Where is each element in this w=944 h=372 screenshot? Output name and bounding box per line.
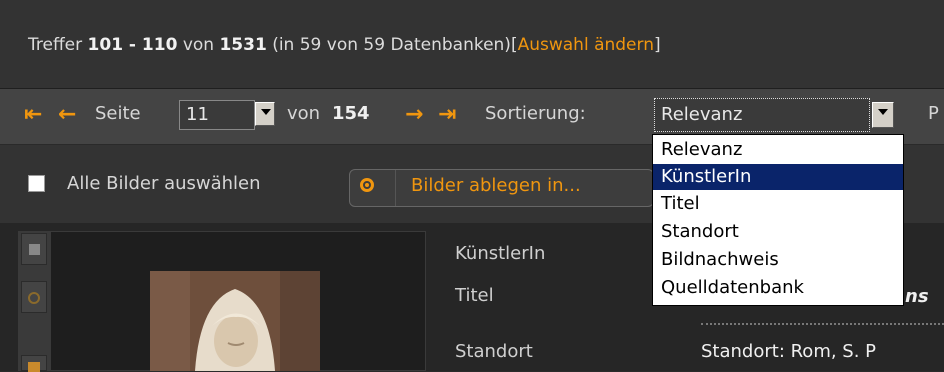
sort-label: Sortierung: [485,103,586,124]
results-summary: Treffer 101 - 110 von 1531 (in 59 von 59… [28,35,661,55]
select-all-checkbox[interactable] [28,175,45,192]
page-dropdown-arrow-icon[interactable] [255,102,275,126]
select-all-label: Alle Bilder auswählen [67,173,261,194]
bracket-open: [ [510,35,518,55]
store-circle-icon [360,178,374,192]
field-value-location: Standort: Rom, S. P [701,341,877,362]
last-page-icon[interactable]: ⇥ [438,101,456,129]
of-label: von [287,103,321,124]
sort-option-titel[interactable]: Titel [653,191,903,217]
prev-page-icon[interactable]: ← [58,101,76,129]
artwork-image [150,271,320,371]
sort-options-list: Relevanz KünstlerIn Titel Standort Bildn… [652,134,904,306]
field-separator [701,323,944,325]
total-pages: 154 [332,103,370,124]
store-images-label: Bilder ablegen in... [411,175,581,196]
page-label: Seite [95,103,141,124]
first-page-icon[interactable]: ⇤ [24,101,42,129]
artwork-thumbnail[interactable] [150,271,320,371]
field-label-title: Titel [455,285,494,306]
sort-option-quelldatenbank[interactable]: Quelldatenbank [653,275,903,301]
field-label-artist: KünstlerIn [455,243,546,264]
hits-total: 1531 [219,35,267,55]
field-label-location: Standort [455,341,533,362]
next-page-icon[interactable]: → [405,101,423,129]
hits-of: von [182,35,215,55]
sort-dropdown-arrow-icon[interactable] [872,102,894,128]
sort-option-kuenstlerin[interactable]: KünstlerIn [653,164,903,190]
hits-prefix: Treffer [28,35,83,55]
sort-option-bildnachweis[interactable]: Bildnachweis [653,247,903,273]
bracket-close: ] [653,35,661,55]
hits-range: 101 - 110 [87,35,178,55]
db-info: (in 59 von 59 Datenbanken) [272,35,511,55]
sort-option-standort[interactable]: Standort [653,219,903,245]
store-item-icon[interactable] [21,281,47,313]
sort-select[interactable]: Relevanz [654,98,870,132]
grid-icon[interactable] [21,355,47,372]
truncated-label: P [928,103,939,124]
select-square-icon[interactable] [21,233,47,265]
page-number-select[interactable]: 11 [179,100,255,130]
change-selection-link[interactable]: Auswahl ändern [518,35,654,55]
button-divider [395,170,396,206]
field-value-title: ns [905,286,929,307]
sort-option-relevanz[interactable]: Relevanz [653,137,903,163]
